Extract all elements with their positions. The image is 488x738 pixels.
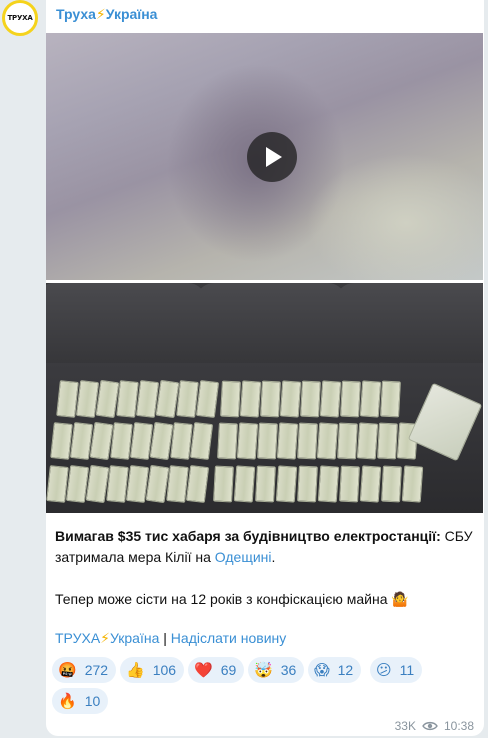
timestamp: 10:38	[443, 719, 474, 733]
channel-link[interactable]: ТРУХА⚡Україна	[55, 630, 159, 646]
message-bubble: Труха⚡Україна Вимагав $35 тис хабаря за …	[46, 0, 484, 736]
eye-icon	[422, 721, 438, 731]
banknote	[260, 380, 281, 418]
shrug-emoji: 🤷	[391, 591, 409, 607]
caption-line2: Тепер може сісти на 12 років з конфіскац…	[55, 591, 388, 607]
video-thumbnail[interactable]	[46, 33, 483, 280]
banknote	[337, 422, 358, 460]
banknote	[339, 465, 360, 503]
banknote	[236, 422, 259, 460]
reaction-thumbs-up[interactable]: 👍 106	[120, 657, 185, 683]
play-button[interactable]	[247, 132, 297, 182]
reaction-confused[interactable]: 😕 11	[370, 657, 423, 683]
banknote	[380, 380, 401, 418]
banknote	[317, 465, 340, 503]
reaction-scream[interactable]: 😱 12	[308, 657, 362, 683]
banknote	[297, 465, 318, 503]
banknote	[213, 465, 234, 503]
reaction-angry[interactable]: 🤬 272	[52, 657, 117, 683]
banknote	[220, 380, 241, 418]
banknote	[275, 465, 298, 503]
banknote	[381, 465, 402, 503]
message-meta: 33K 10:38	[395, 719, 474, 733]
banknote	[359, 380, 382, 418]
avatar-text: ТРУХА	[7, 14, 33, 22]
channel-avatar[interactable]: ТРУХА	[2, 0, 38, 36]
submit-news-link[interactable]: Надіслати новину	[171, 630, 286, 646]
region-link[interactable]: Одещині	[215, 549, 272, 565]
banknote	[340, 380, 361, 418]
message-text: Вимагав $35 тис хабаря за будівництво ел…	[55, 528, 473, 607]
banknote	[401, 465, 424, 503]
bolt-icon: ⚡	[95, 6, 106, 22]
banknote	[316, 422, 339, 460]
footer-links: ТРУХА⚡Україна | Надіслати новину	[55, 630, 287, 646]
reaction-exploding-head[interactable]: 🤯 36	[248, 657, 305, 683]
banknote	[300, 380, 321, 418]
banknote	[257, 422, 278, 460]
play-icon	[266, 147, 282, 167]
banknote	[377, 422, 398, 460]
reaction-fire[interactable]: 🔥 10	[52, 688, 109, 714]
banknote	[255, 465, 276, 503]
caption-headline: Вимагав $35 тис хабаря за будівництво ел…	[55, 528, 441, 544]
banknote	[359, 465, 382, 503]
view-count: 33K	[394, 719, 416, 733]
money-photo[interactable]	[46, 283, 483, 513]
banknote	[356, 422, 379, 460]
banknote	[276, 422, 299, 460]
banknote	[233, 465, 256, 503]
channel-name[interactable]: Труха⚡Україна	[56, 6, 157, 23]
banknote	[279, 380, 302, 418]
reaction-heart[interactable]: ❤️ 69	[188, 657, 245, 683]
bolt-icon: ⚡	[100, 630, 110, 646]
banknote	[319, 380, 342, 418]
banknote	[217, 422, 238, 460]
banknote	[297, 422, 318, 460]
banknote	[239, 380, 262, 418]
